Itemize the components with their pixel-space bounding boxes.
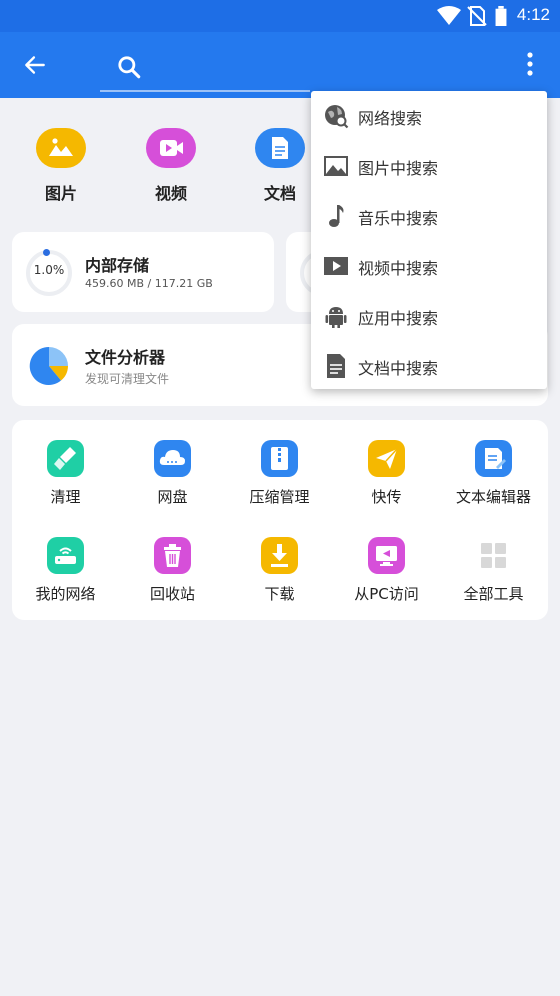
storage-title: 内部存储 <box>85 256 150 275</box>
menu-item-label: 应用中搜索 <box>358 309 439 328</box>
battery-icon <box>495 6 507 26</box>
menu-item-document-search[interactable]: 文档中搜索 <box>311 341 547 391</box>
menu-item-music-search[interactable]: 音乐中搜索 <box>311 191 547 241</box>
tool-clean[interactable]: 清理 <box>12 420 119 506</box>
cloud-icon <box>154 440 191 477</box>
tools-card: 清理 网盘 压缩管理 快传 文本编辑器 我的网络 回收站 下载 从PC访问 全部… <box>12 420 548 620</box>
tool-label: 下载 <box>264 585 295 603</box>
menu-item-label: 音乐中搜索 <box>358 209 439 228</box>
tool-label: 清理 <box>50 488 81 506</box>
broom-icon <box>47 440 84 477</box>
tool-label: 快传 <box>371 488 402 506</box>
menu-item-label: 图片中搜索 <box>358 159 439 178</box>
category-images[interactable]: 图片 <box>11 118 121 208</box>
tool-my-network[interactable]: 我的网络 <box>12 517 119 603</box>
trash-icon <box>154 537 191 574</box>
tool-cloud[interactable]: 网盘 <box>119 420 226 506</box>
storage-ring-indicator <box>43 249 50 256</box>
tool-quick-send[interactable]: 快传 <box>333 420 440 506</box>
category-label: 视频 <box>154 184 187 203</box>
download-icon <box>261 537 298 574</box>
zip-icon <box>261 440 298 477</box>
tool-label: 网盘 <box>157 488 188 506</box>
storage-percent: 1.0% <box>33 263 65 277</box>
tool-label: 全部工具 <box>463 585 524 603</box>
more-options-icon[interactable] <box>516 48 544 80</box>
status-time: 4:12 <box>516 5 550 24</box>
status-bar: 4:12 <box>0 0 560 32</box>
no-sim-icon <box>467 6 487 26</box>
video-play-icon <box>324 257 348 275</box>
menu-item-label: 视频中搜索 <box>358 259 439 278</box>
storage-size: 459.60 MB / 117.21 GB <box>85 277 213 290</box>
menu-item-web-search[interactable]: 网络搜索 <box>311 91 547 141</box>
menu-item-label: 文档中搜索 <box>358 359 439 378</box>
image-icon <box>324 156 348 176</box>
search-toolbar <box>0 32 560 98</box>
menu-item-app-search[interactable]: 应用中搜索 <box>311 291 547 341</box>
music-icon <box>329 205 344 227</box>
menu-item-video-search[interactable]: 视频中搜索 <box>311 241 547 291</box>
android-icon <box>325 307 347 328</box>
pie-chart-icon <box>29 346 68 385</box>
back-arrow-icon[interactable] <box>22 52 48 78</box>
tool-compress[interactable]: 压缩管理 <box>226 420 333 506</box>
send-icon <box>368 440 405 477</box>
menu-item-image-search[interactable]: 图片中搜索 <box>311 141 547 191</box>
search-icon <box>118 56 141 79</box>
tool-label: 我的网络 <box>35 585 96 603</box>
category-label: 图片 <box>44 184 77 203</box>
grid-icon <box>481 543 506 568</box>
tool-recycle-bin[interactable]: 回收站 <box>119 517 226 603</box>
internal-storage-card[interactable]: 1.0% 内部存储 459.60 MB / 117.21 GB <box>12 232 274 312</box>
menu-item-label: 网络搜索 <box>358 109 423 128</box>
video-icon <box>146 128 196 168</box>
tool-download[interactable]: 下载 <box>226 517 333 603</box>
tool-access-from-pc[interactable]: 从PC访问 <box>333 517 440 603</box>
analyzer-subtitle: 发现可清理文件 <box>85 372 170 386</box>
tool-label: 回收站 <box>149 585 195 603</box>
tool-label: 从PC访问 <box>354 585 419 603</box>
image-icon <box>36 128 86 168</box>
document-icon <box>255 128 305 168</box>
tool-label: 文本编辑器 <box>455 488 531 506</box>
document-icon <box>327 354 345 378</box>
web-search-icon <box>325 105 349 129</box>
search-input[interactable] <box>150 52 300 82</box>
pc-access-icon <box>368 537 405 574</box>
search-scope-menu: 网络搜索 图片中搜索 音乐中搜索 视频中搜索 应用中搜索 文档中搜索 <box>311 91 547 389</box>
analyzer-title: 文件分析器 <box>85 348 166 367</box>
tool-all-tools[interactable]: 全部工具 <box>440 517 547 603</box>
search-box[interactable] <box>100 46 310 92</box>
category-videos[interactable]: 视频 <box>121 118 231 208</box>
text-editor-icon <box>475 440 512 477</box>
tool-label: 压缩管理 <box>249 488 310 506</box>
wifi-icon <box>437 6 461 25</box>
tool-text-editor[interactable]: 文本编辑器 <box>440 420 547 506</box>
router-icon <box>47 537 84 574</box>
